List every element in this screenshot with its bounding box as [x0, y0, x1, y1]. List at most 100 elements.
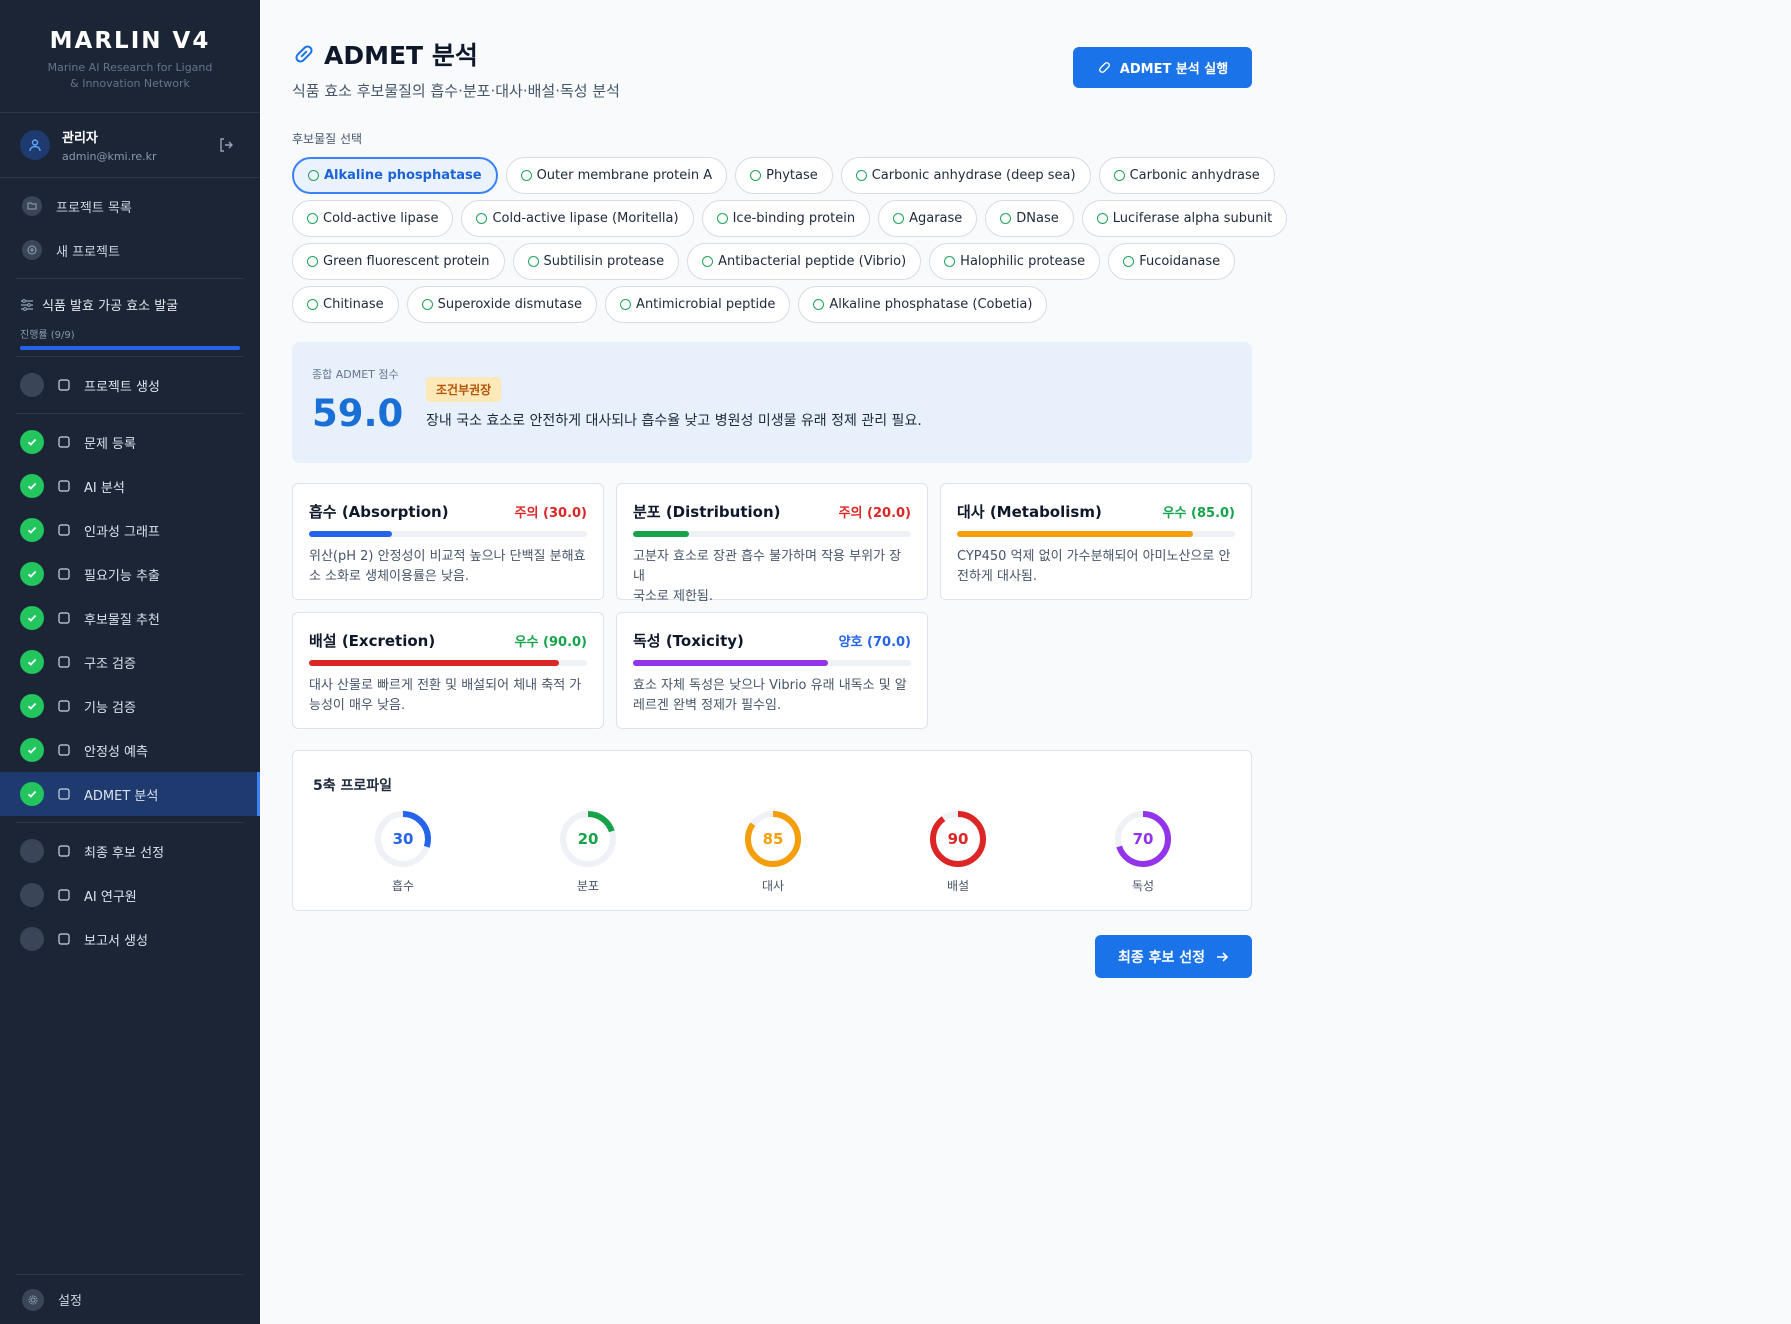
final-candidate-button[interactable]: 최종 후보 선정: [1095, 935, 1252, 978]
cube-icon: [56, 654, 72, 670]
step-item[interactable]: 프로젝트 생성: [0, 363, 260, 407]
candidate-chip-label: Carbonic anhydrase (deep sea): [871, 168, 1076, 183]
pill-icon: [1097, 60, 1112, 75]
profile-gauge: 85 대사: [743, 809, 803, 894]
check-circle-icon: [750, 170, 762, 181]
candidate-chip-label: Chitinase: [323, 297, 384, 312]
pending-circle-icon: [20, 883, 44, 907]
project-progress-label: 진행률 (9/9): [20, 330, 75, 341]
candidate-chip-label: Fucoidanase: [1139, 254, 1221, 269]
page-subtitle: 식품 효소 후보물질의 흡수·분포·대사·배설·독성 분석: [292, 82, 620, 100]
step-item[interactable]: 인과성 그래프: [0, 508, 260, 552]
candidate-chip[interactable]: Agarase: [878, 200, 978, 237]
candidate-chip-label: Carbonic anhydrase: [1129, 168, 1260, 183]
candidate-chip[interactable]: Cold-active lipase: [292, 200, 454, 237]
candidate-chip[interactable]: Phytase: [735, 157, 833, 194]
candidate-chips: Alkaline phosphatase Outer membrane prote…: [292, 157, 1288, 329]
card-title: 분포 (Distribution): [633, 503, 781, 521]
candidate-chip-label: Cold-active lipase (Moritella): [492, 211, 679, 226]
candidate-chip-label: Antimicrobial peptide: [636, 297, 776, 312]
logout-icon[interactable]: [218, 137, 234, 157]
check-circle-icon: [893, 213, 905, 224]
candidate-chip[interactable]: Alkaline phosphatase (Cobetia): [798, 286, 1048, 323]
step-item[interactable]: 안정성 예측: [0, 728, 260, 772]
project-progress-bar: [20, 346, 240, 350]
check-circle-icon: [20, 562, 44, 586]
candidate-chip[interactable]: DNase: [985, 200, 1074, 237]
candidate-chip[interactable]: Antimicrobial peptide: [605, 286, 791, 323]
card-grade: 우수 (90.0): [514, 635, 587, 650]
candidate-chip[interactable]: Antibacterial peptide (Vibrio): [687, 243, 922, 280]
step-item[interactable]: ADMET 분석: [0, 772, 260, 816]
chip-row: Alkaline phosphatase Outer membrane prote…: [292, 157, 1275, 194]
check-circle-icon: [20, 782, 44, 806]
check-circle-icon: [20, 650, 44, 674]
check-circle-icon: [527, 256, 539, 267]
bar-chart-icon: [56, 786, 72, 802]
project-progress-fill: [20, 346, 240, 350]
function-icon: [56, 566, 72, 582]
candidate-chip[interactable]: Carbonic anhydrase: [1098, 157, 1275, 194]
summary-description: 장내 국소 효소로 안전하게 대사되나 흡수율 낮고 병원성 미생물 유래 정제…: [426, 413, 922, 429]
step-item[interactable]: 문제 등록: [0, 420, 260, 464]
step-label: 프로젝트 생성: [84, 379, 160, 395]
candidate-chip[interactable]: Chitinase: [292, 286, 399, 323]
card-description: 위산(pH 2) 안정성이 비교적 높으나 단백질 분해효 소 소화로 생체이용률…: [309, 547, 587, 587]
card-description-line: 소 소화로 생체이용률은 낮음.: [309, 569, 470, 584]
step-label: 안정성 예측: [84, 744, 148, 760]
admet-card: 독성 (Toxicity) 양호 (70.0) 효소 자체 독성은 낮으나 Vibr…: [616, 612, 928, 729]
check-circle-icon: [1113, 170, 1125, 181]
candidate-chip[interactable]: Superoxide dismutase: [406, 286, 598, 323]
step-item[interactable]: 필요기능 추출: [0, 552, 260, 596]
check-circle-icon: [476, 213, 488, 224]
check-circle-icon: [20, 694, 44, 718]
gauge-label: 독성: [1131, 879, 1155, 893]
card-description-line: 전하게 대사됨.: [957, 569, 1038, 584]
candidate-chip-label: Phytase: [766, 168, 818, 183]
divider: [16, 413, 244, 414]
step-item[interactable]: AI 분석: [0, 464, 260, 508]
gauge-ring: 70: [1115, 811, 1171, 867]
candidate-chip[interactable]: Ice-binding protein: [701, 200, 871, 237]
sliders-icon: [20, 298, 34, 311]
candidate-chip[interactable]: Green fluorescent protein: [292, 243, 505, 280]
step-item[interactable]: 구조 검증: [0, 640, 260, 684]
card-description-line: CYP450 억제 없이 가수분해되어 아미노산으로 안: [957, 549, 1231, 564]
candidate-chip[interactable]: Alkaline phosphatase: [292, 157, 498, 194]
score-bar-fill: [309, 660, 560, 666]
card-description-line: 레르겐 완벽 정제가 필수임.: [633, 698, 782, 713]
step-item[interactable]: AI 연구원: [0, 873, 260, 917]
settings-link[interactable]: 설정: [16, 1274, 244, 1324]
card-grade: 양호 (70.0): [838, 635, 911, 650]
step-item[interactable]: 최종 후보 선정: [0, 829, 260, 873]
pill-icon: [292, 42, 316, 66]
step-item[interactable]: 기능 검증: [0, 684, 260, 728]
card-description: CYP450 억제 없이 가수분해되어 아미노산으로 안전하게 대사됨.: [957, 547, 1235, 587]
gauge-label: 배설: [946, 879, 970, 893]
candidate-chip[interactable]: Subtilisin protease: [512, 243, 680, 280]
card-grade: 우수 (85.0): [1162, 506, 1235, 521]
candidate-chip[interactable]: Outer membrane protein A: [505, 157, 728, 194]
brand-title: MARLIN V4: [49, 28, 211, 54]
candidate-chip[interactable]: Fucoidanase: [1108, 243, 1236, 280]
candidate-chip[interactable]: Cold-active lipase (Moritella): [461, 200, 694, 237]
step-item[interactable]: 보고서 생성: [0, 917, 260, 961]
card-description-line: 국소로 제한됨.: [633, 589, 714, 604]
candidate-chip[interactable]: Carbonic anhydrase (deep sea): [840, 157, 1091, 194]
nav-project-list[interactable]: 프로젝트 목록: [0, 184, 260, 228]
candidate-chip[interactable]: Halophilic protease: [929, 243, 1101, 280]
check-circle-icon: [1096, 213, 1108, 224]
clipboard-icon: [56, 931, 72, 947]
run-admet-button[interactable]: ADMET 분석 실행: [1073, 47, 1252, 88]
admet-card: 배설 (Excretion) 우수 (90.0) 대사 산물로 빠르게 전환 및 배…: [292, 612, 604, 729]
gauge-ring: 85: [745, 811, 801, 867]
candidate-chip[interactable]: Luciferase alpha subunit: [1081, 200, 1288, 237]
check-circle-icon: [307, 299, 318, 310]
brand-subtitle-line2: & Innovation Network: [70, 77, 190, 90]
candidate-chip-label: Antibacterial peptide (Vibrio): [718, 254, 907, 269]
nav-new-project[interactable]: 새 프로젝트: [0, 228, 260, 272]
check-circle-icon: [307, 256, 318, 267]
star-icon: [56, 610, 72, 626]
brand-subtitle-line1: Marine AI Research for Ligand: [47, 61, 213, 74]
step-item[interactable]: 후보물질 추천: [0, 596, 260, 640]
